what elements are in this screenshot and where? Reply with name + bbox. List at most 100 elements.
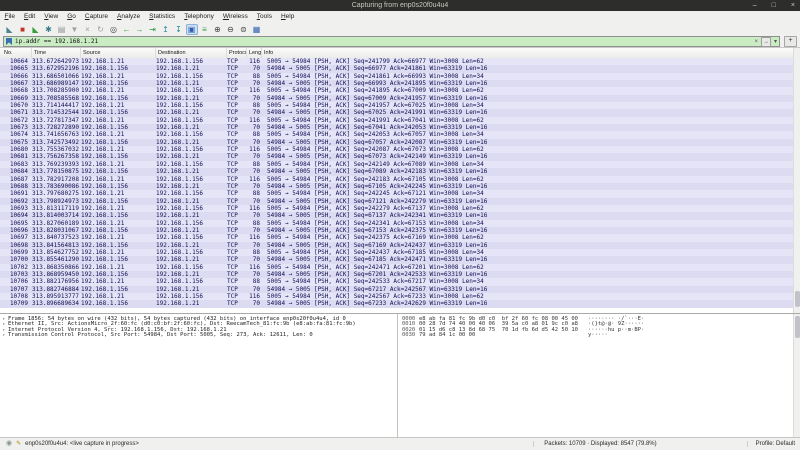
packet-row[interactable]: 10669313.708585568192.168.1.156192.168.1… bbox=[0, 95, 793, 102]
menu-item-go[interactable]: Go bbox=[63, 13, 81, 20]
go-first-packet-button[interactable]: ↥ bbox=[160, 24, 172, 35]
menu-item-wireless[interactable]: Wireless bbox=[218, 13, 252, 20]
packet-row[interactable]: 10692313.798924973192.168.1.156192.168.1… bbox=[0, 198, 793, 205]
packet-row[interactable]: 10691313.797680275192.168.1.21192.168.1.… bbox=[0, 190, 793, 197]
packet-row[interactable]: 10666313.686501066192.168.1.21192.168.1.… bbox=[0, 73, 793, 80]
title-bar: Capturing from enp0s20f0u4u4 – □ × bbox=[0, 0, 800, 11]
filter-clear-icon[interactable]: × bbox=[754, 38, 758, 46]
hex-row: 003079 ad 84 1c 00 00y····· bbox=[398, 333, 800, 338]
find-packet-button[interactable]: ◎ bbox=[108, 24, 120, 35]
expander-icon[interactable]: ▸ bbox=[0, 333, 8, 338]
expert-info-icon[interactable]: ◉ bbox=[6, 439, 12, 449]
packet-counts: Packets: 10709 · Displayed: 8547 (79.8%) bbox=[533, 441, 746, 447]
packet-bytes-scrollbar[interactable] bbox=[793, 314, 800, 437]
packet-detail-line[interactable]: ▸Transmission Control Protocol, Src Port… bbox=[0, 333, 397, 338]
packet-row[interactable]: 10681313.756267358192.168.1.156192.168.1… bbox=[0, 153, 793, 160]
menu-item-view[interactable]: View bbox=[40, 13, 63, 20]
colorize-button[interactable]: ≡ bbox=[199, 24, 211, 35]
packet-row[interactable]: 10684313.778150875192.168.1.156192.168.1… bbox=[0, 168, 793, 175]
packet-row[interactable]: 10693313.813117119192.168.1.21192.168.1.… bbox=[0, 205, 793, 212]
menu-item-file[interactable]: File bbox=[0, 13, 20, 20]
packet-row[interactable]: 10673313.728272890192.168.1.156192.168.1… bbox=[0, 124, 793, 131]
menu-item-help[interactable]: Help bbox=[276, 13, 298, 20]
capture-comment-icon[interactable]: ✎ bbox=[16, 439, 21, 449]
maximize-button[interactable]: □ bbox=[772, 2, 776, 9]
display-filter-field: × → ▾ bbox=[3, 36, 780, 47]
filter-dropdown-icon[interactable]: ▾ bbox=[774, 38, 777, 46]
column-header-destination[interactable]: Destination bbox=[156, 48, 227, 58]
go-forward-button[interactable]: → bbox=[134, 24, 146, 35]
packet-row[interactable]: 10703313.868959450192.168.1.156192.168.1… bbox=[0, 271, 793, 278]
filter-bookmark-icon[interactable] bbox=[6, 38, 12, 45]
packet-row[interactable]: 10700313.855461290192.168.1.156192.168.1… bbox=[0, 256, 793, 263]
filter-add-button[interactable]: + bbox=[784, 36, 797, 47]
packet-row[interactable]: 10708313.895913777192.168.1.21192.168.1.… bbox=[0, 293, 793, 300]
packet-bytes-scrollbar-thumb[interactable] bbox=[795, 316, 800, 338]
column-header-info[interactable]: Info bbox=[262, 48, 800, 58]
close-file-button[interactable]: × bbox=[82, 24, 94, 35]
window-title: Capturing from enp0s20f0u4u4 bbox=[0, 0, 800, 11]
stop-capture-button[interactable]: ■ bbox=[17, 24, 29, 35]
column-header-protocol[interactable]: Protocol bbox=[227, 48, 247, 58]
go-to-packet-button[interactable]: ⇥ bbox=[147, 24, 159, 35]
capture-status-text: enp0s20f0u4u4: <live capture in progress… bbox=[25, 441, 139, 447]
column-header-length[interactable]: Length bbox=[247, 48, 262, 58]
column-header-no[interactable]: No. bbox=[0, 48, 32, 58]
packet-row[interactable]: 10665313.672952196192.168.1.156192.168.1… bbox=[0, 65, 793, 72]
packet-row[interactable]: 10702313.868350866192.168.1.21192.168.1.… bbox=[0, 264, 793, 271]
hex-offset: 0030 bbox=[398, 333, 419, 338]
go-last-packet-button[interactable]: ↧ bbox=[173, 24, 185, 35]
display-filter-input[interactable] bbox=[15, 38, 751, 46]
packet-row[interactable]: 10695313.827060189192.168.1.21192.168.1.… bbox=[0, 220, 793, 227]
packet-row[interactable]: 10683313.769239393192.168.1.21192.168.1.… bbox=[0, 161, 793, 168]
filter-apply-icon[interactable]: → bbox=[761, 37, 771, 47]
menu-item-edit[interactable]: Edit bbox=[20, 13, 40, 20]
capture-options-button[interactable]: ✱ bbox=[43, 24, 55, 35]
packet-row[interactable]: 10706313.882176956192.168.1.21192.168.1.… bbox=[0, 278, 793, 285]
resize-columns-button[interactable]: ▦ bbox=[251, 24, 263, 35]
packet-row[interactable]: 10694313.814003714192.168.1.156192.168.1… bbox=[0, 212, 793, 219]
start-capture-button[interactable]: ◣ bbox=[4, 24, 16, 35]
close-button[interactable]: × bbox=[791, 2, 795, 9]
hex-bytes[interactable]: 79 ad 84 1c 00 00 bbox=[419, 333, 581, 338]
packet-list-scrollbar[interactable] bbox=[793, 48, 800, 313]
menu-item-tools[interactable]: Tools bbox=[252, 13, 276, 20]
packet-row[interactable]: 10699313.854627752192.168.1.21192.168.1.… bbox=[0, 249, 793, 256]
packet-row[interactable]: 10709313.896689634192.168.1.156192.168.1… bbox=[0, 300, 793, 307]
packet-row[interactable]: 10707313.882746884192.168.1.156192.168.1… bbox=[0, 286, 793, 293]
column-header-time[interactable]: Time bbox=[32, 48, 81, 58]
open-file-button[interactable]: ▤ bbox=[56, 24, 68, 35]
packet-row[interactable]: 10697313.840737523192.168.1.21192.168.1.… bbox=[0, 234, 793, 241]
zoom-out-button[interactable]: ⊖ bbox=[225, 24, 237, 35]
menu-item-analyze[interactable]: Analyze bbox=[113, 13, 145, 20]
packet-row[interactable]: 10696313.828031067192.168.1.156192.168.1… bbox=[0, 227, 793, 234]
menu-item-statistics[interactable]: Statistics bbox=[145, 13, 180, 20]
packet-list: 10664313.672642973192.168.1.21192.168.1.… bbox=[0, 58, 793, 308]
menu-item-capture[interactable]: Capture bbox=[80, 13, 112, 20]
auto-scroll-button[interactable]: ▣ bbox=[186, 24, 198, 35]
hex-ascii[interactable]: y····· bbox=[581, 333, 608, 338]
packet-list-scrollbar-thumb[interactable] bbox=[795, 291, 800, 307]
packet-row[interactable]: 10668313.708285900192.168.1.21192.168.1.… bbox=[0, 87, 793, 94]
packet-row[interactable]: 10674313.741656763192.168.1.21192.168.1.… bbox=[0, 131, 793, 138]
profile-indicator[interactable]: Profile: Default bbox=[747, 441, 800, 447]
menu-item-telephony[interactable]: Telephony bbox=[180, 13, 219, 20]
restart-capture-button[interactable]: ◣ bbox=[30, 24, 42, 35]
column-header-source[interactable]: Source bbox=[81, 48, 156, 58]
zoom-in-button[interactable]: ⊕ bbox=[212, 24, 224, 35]
packet-row[interactable]: 10672313.727817347192.168.1.21192.168.1.… bbox=[0, 117, 793, 124]
reload-file-button[interactable]: ↻ bbox=[95, 24, 107, 35]
save-file-button[interactable]: ▼ bbox=[69, 24, 81, 35]
packet-row[interactable]: 10675313.742573492192.168.1.156192.168.1… bbox=[0, 139, 793, 146]
packet-row[interactable]: 10688313.783690086192.168.1.156192.168.1… bbox=[0, 183, 793, 190]
packet-row[interactable]: 10664313.672642973192.168.1.21192.168.1.… bbox=[0, 58, 793, 65]
packet-row[interactable]: 10698313.841564813192.168.1.156192.168.1… bbox=[0, 242, 793, 249]
packet-row[interactable]: 10687313.782917208192.168.1.21192.168.1.… bbox=[0, 176, 793, 183]
minimize-button[interactable]: – bbox=[753, 2, 757, 9]
packet-row[interactable]: 10670313.714144417192.168.1.21192.168.1.… bbox=[0, 102, 793, 109]
packet-row[interactable]: 10680313.755367032192.168.1.21192.168.1.… bbox=[0, 146, 793, 153]
packet-row[interactable]: 10671313.714532544192.168.1.156192.168.1… bbox=[0, 109, 793, 116]
go-back-button[interactable]: ← bbox=[121, 24, 133, 35]
packet-row[interactable]: 10667313.686989147192.168.1.156192.168.1… bbox=[0, 80, 793, 87]
zoom-original-button[interactable]: ⊜ bbox=[238, 24, 250, 35]
